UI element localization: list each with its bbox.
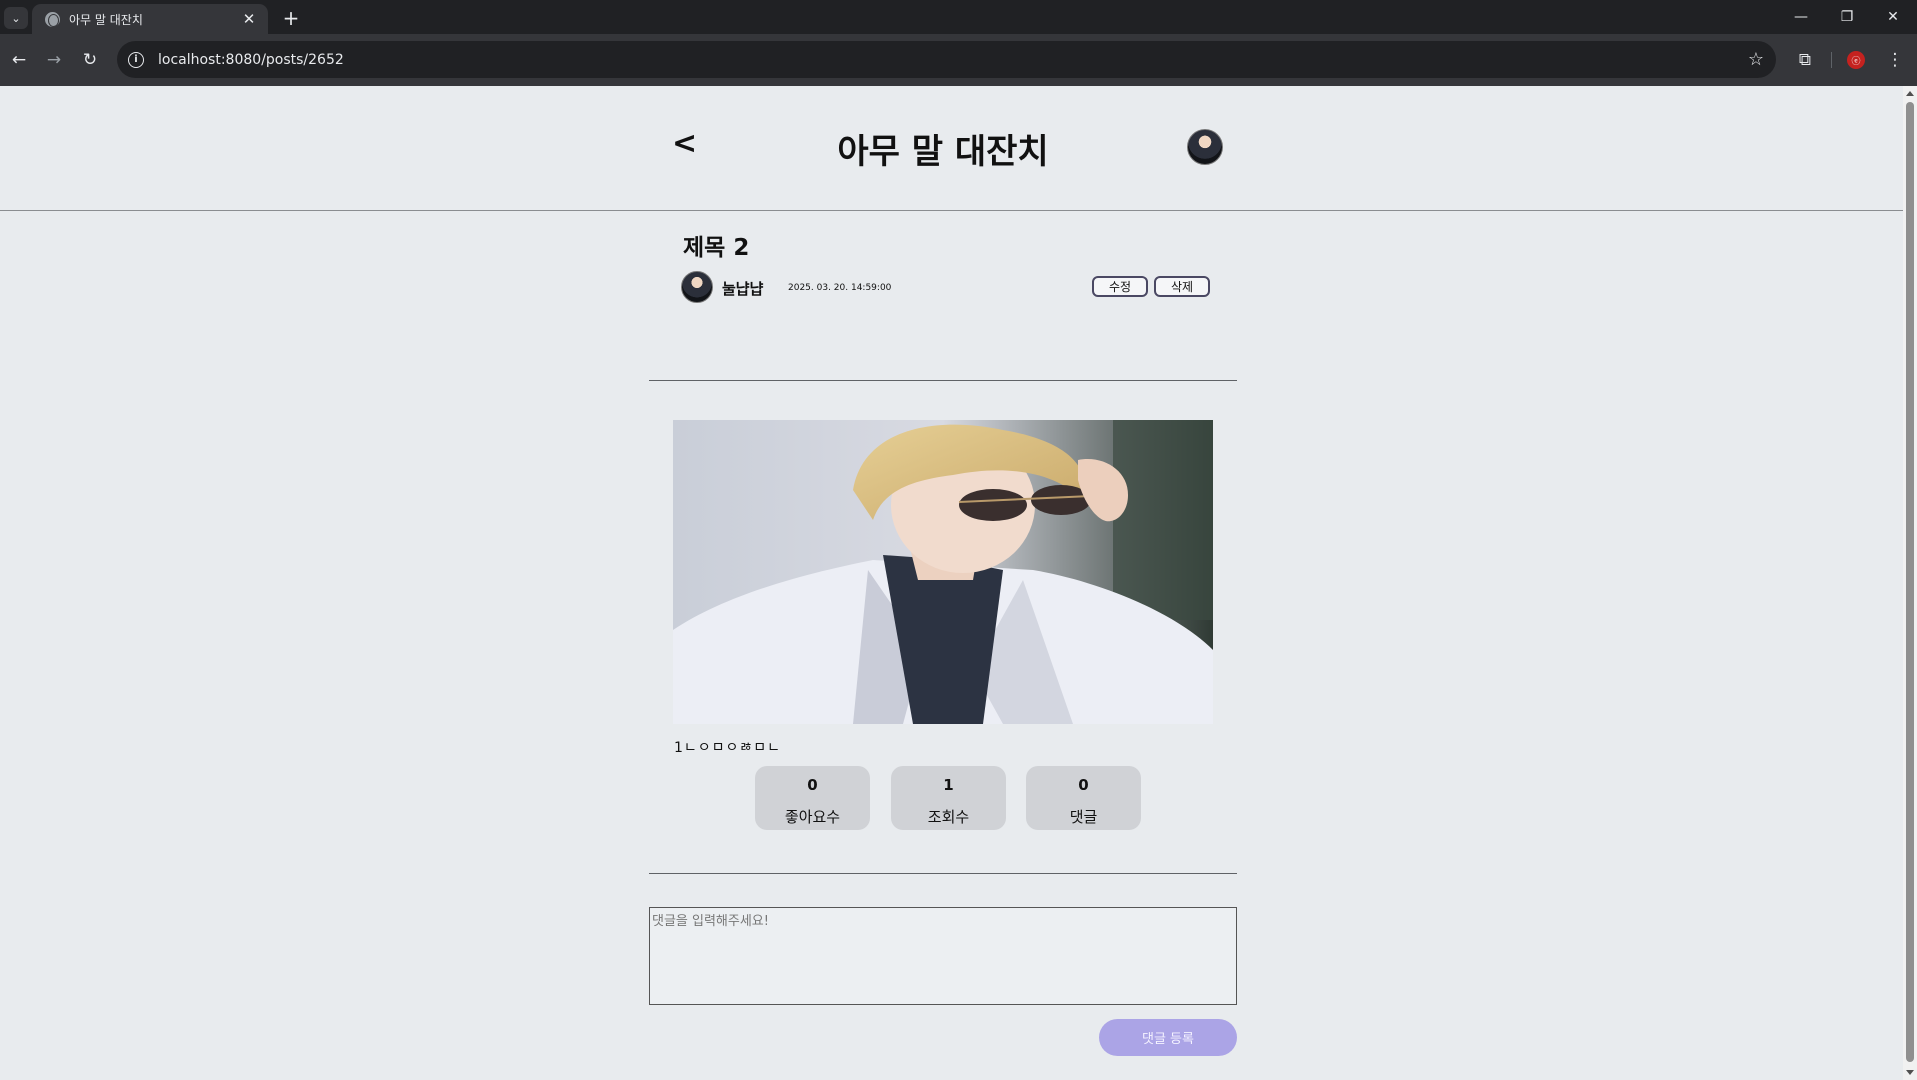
delete-button[interactable]: 삭제: [1154, 276, 1210, 297]
bookmark-star-icon[interactable]: ☆: [1748, 49, 1764, 70]
scroll-down-icon[interactable]: [1906, 1070, 1914, 1075]
post-title: 제목 2: [683, 235, 750, 261]
divider-bottom: [649, 873, 1237, 874]
tab-search-button[interactable]: ⌄: [4, 7, 28, 29]
globe-icon: [45, 11, 60, 27]
scroll-thumb[interactable]: [1906, 102, 1914, 1062]
views-count: 1: [943, 776, 954, 794]
toolbar-separator: [1831, 52, 1832, 68]
comments-count: 0: [1078, 776, 1089, 794]
back-button[interactable]: <: [672, 126, 697, 161]
extensions-icon[interactable]: ⧉: [1791, 46, 1819, 74]
close-window-button[interactable]: ✕: [1870, 0, 1916, 34]
page-scrollbar[interactable]: [1903, 86, 1917, 1080]
author-name: 눌냡냡: [722, 280, 764, 298]
site-title: 아무 말 대잔치: [837, 132, 1049, 172]
tab-title: 아무 말 대잔치: [69, 12, 143, 27]
post-date: 2025. 03. 20. 14:59:00: [788, 283, 892, 293]
reload-icon[interactable]: ↻: [76, 46, 104, 74]
scroll-up-icon[interactable]: [1906, 91, 1914, 96]
site-header: < 아무 말 대잔치: [0, 86, 1903, 211]
site-info-icon[interactable]: i: [128, 51, 144, 68]
stat-comments: 0 댓글: [1026, 766, 1141, 830]
browser-tab-bar: ⌄ 아무 말 대잔치 ✕ + — ❐ ✕: [0, 0, 1917, 34]
new-tab-button[interactable]: +: [278, 5, 304, 31]
comments-label: 댓글: [1069, 808, 1098, 826]
browser-menu-icon[interactable]: ⋮: [1881, 46, 1909, 74]
chevron-down-icon: ⌄: [11, 11, 21, 25]
post-image: [673, 420, 1213, 724]
comment-input[interactable]: [649, 907, 1237, 1005]
divider-top: [649, 380, 1237, 381]
likes-count: 0: [807, 776, 818, 794]
post-body: 1ㄴㅇㅁㅇㅀㅁㄴ: [674, 740, 782, 756]
url-text: localhost:8080/posts/2652: [158, 51, 344, 68]
restore-button[interactable]: ❐: [1824, 0, 1870, 34]
close-tab-icon[interactable]: ✕: [238, 10, 260, 28]
likes-label: 좋아요수: [784, 808, 841, 826]
browser-toolbar: ← → ↻ i localhost:8080/posts/2652 ☆ ⧉ ⓔ …: [0, 34, 1917, 86]
profile-avatar[interactable]: ⓔ: [1847, 51, 1865, 69]
edit-button[interactable]: 수정: [1092, 276, 1148, 297]
author-avatar: [681, 271, 713, 303]
post-photo: [673, 420, 1213, 724]
user-avatar[interactable]: [1187, 129, 1223, 165]
browser-tab[interactable]: 아무 말 대잔치 ✕: [32, 4, 268, 34]
address-bar[interactable]: i localhost:8080/posts/2652 ☆: [117, 41, 1776, 78]
page-viewport: < 아무 말 대잔치 제목 2 눌냡냡 2025. 03. 20. 14:59:…: [0, 86, 1903, 1080]
forward-arrow-icon[interactable]: →: [40, 46, 68, 74]
submit-comment-button[interactable]: 댓글 등록: [1099, 1019, 1237, 1056]
stat-likes[interactable]: 0 좋아요수: [755, 766, 870, 830]
views-label: 조회수: [927, 808, 970, 826]
back-arrow-icon[interactable]: ←: [5, 46, 33, 74]
minimize-button[interactable]: —: [1778, 0, 1824, 34]
stat-views: 1 조회수: [891, 766, 1006, 830]
